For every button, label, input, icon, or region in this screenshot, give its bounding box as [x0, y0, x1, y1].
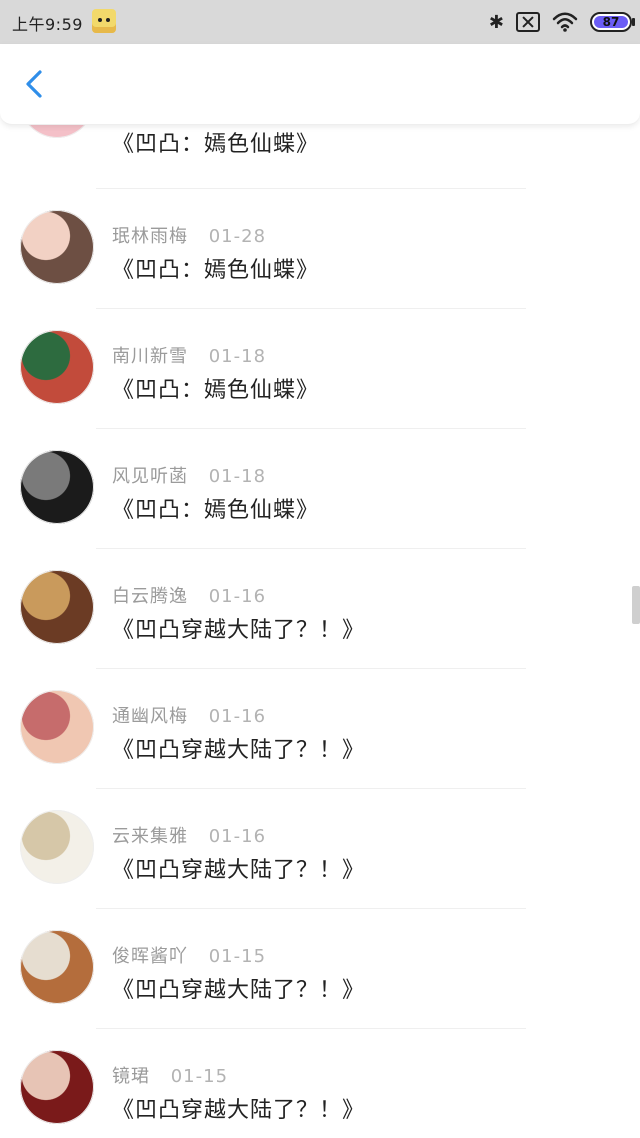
no-sim-icon [516, 12, 540, 32]
avatar[interactable] [20, 690, 94, 764]
date: 01-16 [208, 826, 267, 847]
item-title[interactable]: 《凹凸：嫣色仙蝶》 [112, 492, 319, 524]
list-item[interactable]: 风见听菡 01-18 《凹凸：嫣色仙蝶》 [0, 450, 640, 570]
battery-icon: 87 [590, 12, 635, 32]
item-title[interactable]: 《凹凸穿越大陆了？！》 [112, 612, 365, 644]
chevron-left-icon [26, 70, 42, 98]
top-bar [0, 44, 640, 125]
meta: 白云腾逸 01-16 [112, 582, 266, 608]
list-item[interactable]: 南川新雪 01-18 《凹凸：嫣色仙蝶》 [0, 330, 640, 450]
item-title[interactable]: 《凹凸穿越大陆了？！》 [112, 732, 365, 764]
divider [96, 308, 526, 309]
avatar[interactable] [20, 930, 94, 1004]
date: 01-15 [208, 946, 267, 967]
divider [96, 1028, 526, 1029]
status-bar: 上午9:59 ✱ 87 [0, 0, 640, 44]
username: 风见听菡 [112, 466, 188, 487]
avatar[interactable] [20, 124, 94, 138]
avatar[interactable] [20, 450, 94, 524]
status-time: 上午9:59 [12, 15, 83, 34]
meta: 俊晖酱吖 01-15 [112, 942, 266, 968]
item-title[interactable]: 《凹凸穿越大陆了？！》 [112, 852, 365, 884]
meta: 南川新雪 01-18 [112, 342, 266, 368]
username: 南川新雪 [112, 346, 188, 367]
item-title[interactable]: 《凹凸：嫣色仙蝶》 [112, 126, 319, 158]
date: 01-18 [208, 466, 267, 487]
username: 白云腾逸 [112, 586, 188, 607]
meta: 镜珺 01-15 [112, 1062, 228, 1088]
date: 01-16 [208, 706, 267, 727]
username: 通幽风梅 [112, 706, 188, 727]
list-item[interactable]: 《凹凸：嫣色仙蝶》 [0, 124, 640, 189]
list-item[interactable]: 白云腾逸 01-16 《凹凸穿越大陆了？！》 [0, 570, 640, 690]
meta: 通幽风梅 01-16 [112, 702, 266, 728]
avatar[interactable] [20, 210, 94, 284]
list-item[interactable]: 珉林雨梅 01-28 《凹凸：嫣色仙蝶》 [0, 210, 640, 330]
meta: 珉林雨梅 01-28 [112, 222, 266, 248]
username: 云来集雅 [112, 826, 188, 847]
battery-percent: 87 [602, 15, 620, 29]
avatar[interactable] [20, 1050, 94, 1124]
wifi-icon [552, 12, 578, 32]
divider [96, 428, 526, 429]
date: 01-28 [208, 226, 267, 247]
item-title[interactable]: 《凹凸：嫣色仙蝶》 [112, 252, 319, 284]
divider [96, 788, 526, 789]
avatar[interactable] [20, 570, 94, 644]
date: 01-15 [170, 1066, 229, 1087]
username: 镜珺 [112, 1066, 150, 1087]
list-item[interactable]: 俊晖酱吖 01-15 《凹凸穿越大陆了？！》 [0, 930, 640, 1050]
status-icons: ✱ 87 [488, 8, 635, 36]
username: 俊晖酱吖 [112, 946, 188, 967]
item-title[interactable]: 《凹凸穿越大陆了？！》 [112, 1092, 365, 1124]
emoji-icon [92, 9, 116, 33]
back-button[interactable] [18, 66, 54, 102]
divider [96, 668, 526, 669]
list-item[interactable]: 通幽风梅 01-16 《凹凸穿越大陆了？！》 [0, 690, 640, 810]
divider [96, 188, 526, 189]
avatar[interactable] [20, 810, 94, 884]
item-title[interactable]: 《凹凸：嫣色仙蝶》 [112, 372, 319, 404]
divider [96, 908, 526, 909]
list-item[interactable]: 云来集雅 01-16 《凹凸穿越大陆了？！》 [0, 810, 640, 930]
meta: 云来集雅 01-16 [112, 822, 266, 848]
meta: 风见听菡 01-18 [112, 462, 266, 488]
avatar[interactable] [20, 330, 94, 404]
bluetooth-icon: ✱ [488, 11, 504, 33]
username: 珉林雨梅 [112, 226, 188, 247]
scrollbar[interactable] [632, 586, 640, 624]
list-item[interactable]: 镜珺 01-15 《凹凸穿越大陆了？！》 [0, 1050, 640, 1138]
item-title[interactable]: 《凹凸穿越大陆了？！》 [112, 972, 365, 1004]
date: 01-16 [208, 586, 267, 607]
comment-list: 《凹凸：嫣色仙蝶》 珉林雨梅 01-28 《凹凸：嫣色仙蝶》 南川新雪 01-1… [0, 124, 640, 1138]
date: 01-18 [208, 346, 267, 367]
divider [96, 548, 526, 549]
